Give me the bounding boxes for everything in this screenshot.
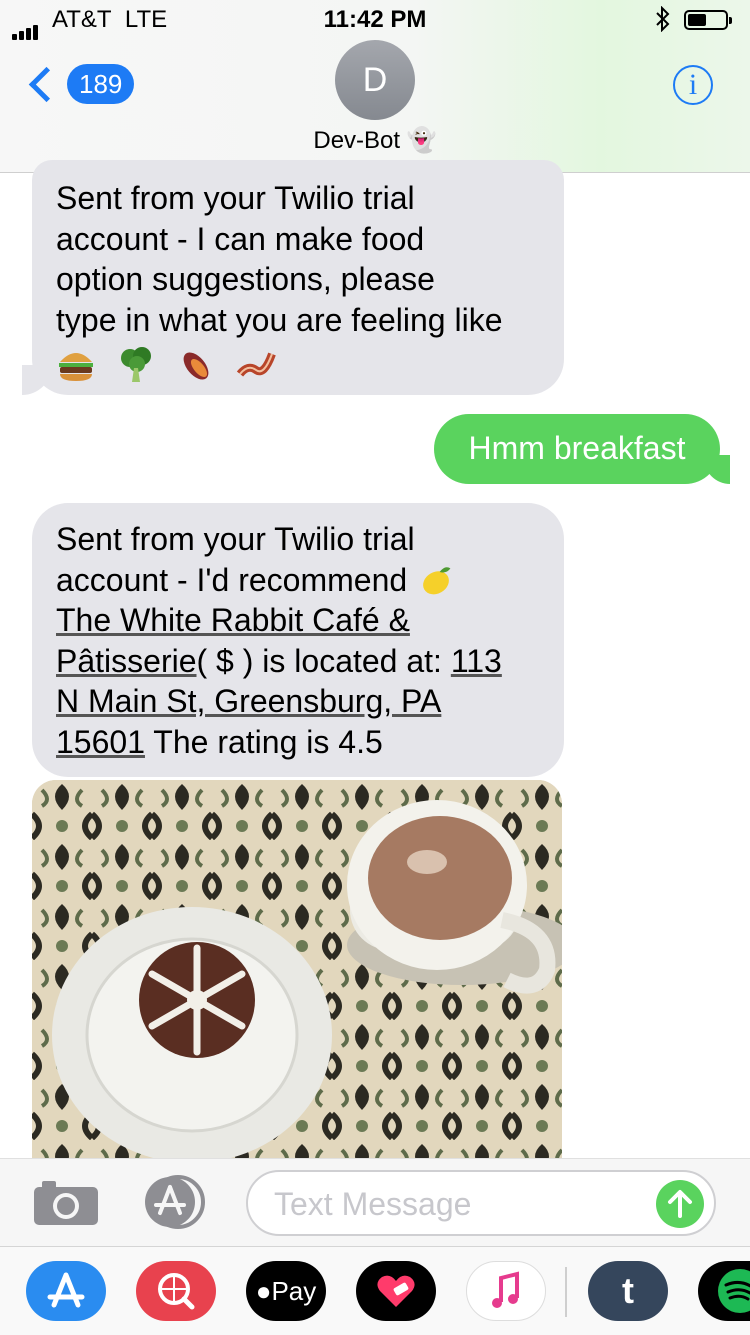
tumblr-icon: t [622,1270,634,1311]
camera-button[interactable] [34,1179,98,1230]
message-line: type in what you are feeling like [56,301,503,338]
sweet-potato-emoji [183,352,209,380]
message-line: account - I'd recommend [56,560,540,601]
breakfast-photo [32,780,562,1158]
app-store-app[interactable] [26,1261,106,1321]
app-store-icon [47,1272,85,1308]
bubble-tail [22,365,52,395]
message-line: N Main St, Greensburg, PA [56,681,540,722]
business-name-link[interactable]: Pâtisserie [56,643,197,679]
message-composer: Text Message [0,1158,750,1247]
message-line: Sent from your Twilio trial [56,521,415,557]
app-store-icon [145,1175,205,1229]
message-line: account - I can make food [56,220,425,257]
music-app[interactable] [466,1261,546,1321]
back-button[interactable]: 189 [24,62,135,106]
chevron-left-icon [28,66,65,102]
imessage-app-drawer: ●Pay t [0,1246,750,1335]
bluetooth-icon [655,5,671,38]
address-link[interactable]: 113 [451,643,502,679]
message-line: The White Rabbit Café & [56,600,540,641]
photo-attachment[interactable] [32,780,562,1158]
incoming-message[interactable]: Sent from your Twilio trial account - I … [32,160,564,395]
app-drawer-button[interactable] [140,1175,212,1234]
drawer-divider [565,1267,567,1317]
tumblr-app[interactable]: t [588,1261,668,1321]
contact-avatar[interactable]: D [335,40,415,120]
message-line: Sent from your Twilio trial [56,180,415,216]
bacon-emoji [236,352,276,377]
battery-icon [684,10,732,30]
globe-search-icon [158,1273,195,1310]
business-name-link[interactable]: The White Rabbit Café & [56,602,410,638]
message-placeholder: Text Message [274,1186,472,1222]
spotify-app[interactable] [698,1261,750,1321]
send-button[interactable] [656,1180,704,1228]
spotify-icon [718,1269,750,1313]
apple-pay-label: Pay [271,1276,317,1306]
camera-icon [34,1181,98,1225]
message-line: Pâtisserie( $ ) is located at: 113 [56,641,540,682]
address-link[interactable]: N Main St, Greensburg, PA [56,683,441,719]
unread-count-badge: 189 [67,64,135,104]
emoji-row [56,344,540,384]
bubble-tail [704,455,730,484]
message-line: 15601 The rating is 4.5 [56,722,540,763]
incoming-message[interactable]: Sent from your Twilio trial account - I'… [32,503,564,777]
address-link[interactable]: 15601 [56,724,145,760]
lemon-emoji [423,566,451,594]
status-bar: AT&T LTE 11:42 PM [0,0,750,40]
contact-name[interactable]: Dev-Bot 👻 [0,126,750,155]
digital-touch-app[interactable] [356,1261,436,1321]
music-note-icon [492,1271,519,1308]
broccoli-emoji [121,347,151,382]
apple-pay-app[interactable]: ●Pay [246,1261,326,1321]
message-text: ( $ ) is located at: [196,642,451,679]
message-input[interactable]: Text Message [246,1170,716,1236]
message-line: option suggestions, please [56,261,435,297]
image-search-app[interactable] [136,1261,216,1321]
info-icon[interactable]: i [673,65,713,105]
clock: 11:42 PM [323,6,427,33]
apple-icon: ● [255,1276,272,1306]
outgoing-message[interactable]: Hmm breakfast [434,414,720,484]
heart-icon [377,1275,415,1307]
message-text: The rating is 4.5 [144,723,383,760]
burger-emoji [59,353,93,381]
arrow-up-icon [668,1190,692,1218]
conversation-header: AT&T LTE 11:42 PM 189 D Dev-Bot 👻 i [0,0,750,173]
message-text: account - I'd recommend [56,561,417,598]
